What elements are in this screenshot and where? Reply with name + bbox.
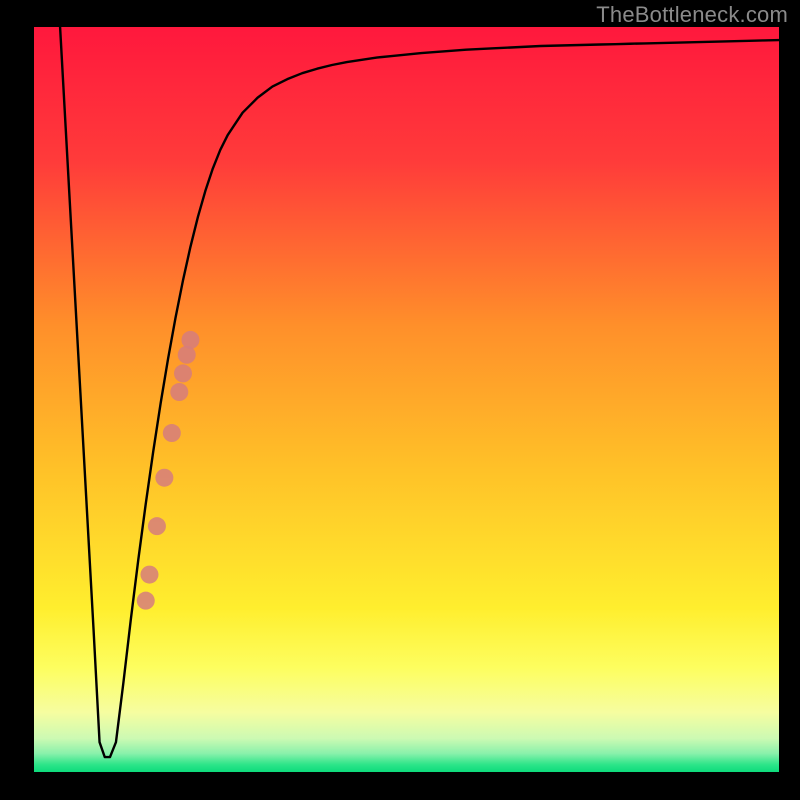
bottleneck-chart <box>0 0 800 800</box>
highlight-point <box>174 364 192 382</box>
chart-container: TheBottleneck.com <box>0 0 800 800</box>
highlight-point <box>181 331 199 349</box>
highlight-point <box>163 424 181 442</box>
highlight-point <box>140 566 158 584</box>
highlight-point <box>148 517 166 535</box>
highlight-point <box>170 383 188 401</box>
plot-area <box>34 27 779 772</box>
watermark-label: TheBottleneck.com <box>596 2 788 28</box>
highlight-point <box>155 469 173 487</box>
highlight-point <box>137 592 155 610</box>
